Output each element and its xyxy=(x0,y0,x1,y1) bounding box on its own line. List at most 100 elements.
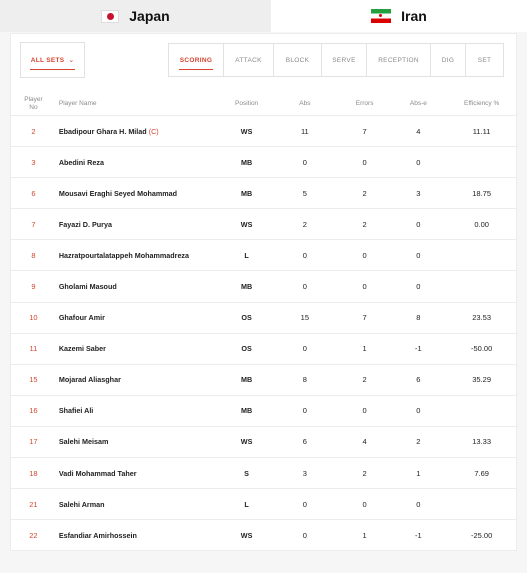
player-name-text: Shafiei Ali xyxy=(58,406,94,416)
player-name: Hazratpourtalatappeh Mohammadreza xyxy=(56,251,223,260)
abs-e-value: 2 xyxy=(416,437,421,447)
player-position: OS xyxy=(241,313,252,323)
tab-serve[interactable]: SERVE xyxy=(322,44,367,76)
tab-attack[interactable]: ATTACK xyxy=(224,44,274,76)
player-position: WS xyxy=(240,126,253,136)
stat-category-tabs: SCORING ATTACK BLOCK SERVE RECEPTION DIG… xyxy=(168,43,504,77)
player-name: Fayazi D. Purya xyxy=(56,220,223,229)
abs-e-value: 3 xyxy=(416,188,421,198)
abs-value: 0 xyxy=(302,344,307,354)
errors-value: 0 xyxy=(362,499,367,509)
table-row: 18 Vadi Mohammad Taher S 3 2 1 7.69 xyxy=(11,458,516,490)
sets-underline xyxy=(30,69,75,70)
player-name-text: Ebadipour Ghara H. Milad xyxy=(58,126,147,136)
header-errors: Errors xyxy=(355,99,374,107)
errors-value: 2 xyxy=(362,219,367,229)
player-position: WS xyxy=(240,219,253,229)
player-name: Mojarad Aliasghar xyxy=(56,375,223,384)
player-name-text: Mojarad Aliasghar xyxy=(58,375,121,385)
table-row: 11 Kazemi Saber OS 0 1 -1 -50.00 xyxy=(11,334,516,365)
errors-value: 0 xyxy=(362,406,367,416)
abs-e-value: 0 xyxy=(416,499,421,509)
efficiency-value: -25.00 xyxy=(470,531,493,541)
abs-value: 0 xyxy=(302,250,307,260)
player-position: WS xyxy=(240,437,253,447)
errors-value: 0 xyxy=(362,157,367,167)
tab-block[interactable]: BLOCK xyxy=(274,44,322,76)
efficiency-value: 11.11 xyxy=(472,126,491,136)
player-position: OS xyxy=(241,344,252,354)
table-row: 8 Hazratpourtalatappeh Mohammadreza L 0 0 0 xyxy=(11,240,516,272)
table-row: 16 Shafiei Ali MB 0 0 0 xyxy=(11,396,516,427)
abs-e-value: -1 xyxy=(415,344,422,354)
player-name-text: Kazemi Saber xyxy=(58,344,106,354)
player-position: MB xyxy=(240,157,253,167)
player-position: L xyxy=(244,250,249,260)
player-number: 7 xyxy=(31,219,36,229)
player-position: MB xyxy=(240,406,253,416)
table-row: 21 Salehi Arman L 0 0 0 xyxy=(11,489,516,521)
team-name: Iran xyxy=(401,8,427,24)
player-name: Gholami Masoud xyxy=(56,282,223,291)
player-number: 17 xyxy=(29,437,38,447)
player-name: Salehi Meisam xyxy=(56,437,223,446)
abs-e-value: 0 xyxy=(416,282,421,292)
table-row: 10 Ghafour Amir OS 15 7 8 23.53 xyxy=(11,303,516,334)
abs-value: 0 xyxy=(302,531,307,541)
abs-e-value: 0 xyxy=(416,250,421,260)
player-number: 11 xyxy=(29,344,38,354)
tab-dig[interactable]: DIG xyxy=(431,44,466,76)
player-name-text: Salehi Arman xyxy=(58,499,105,509)
errors-value: 0 xyxy=(362,250,367,260)
tab-scoring[interactable]: SCORING xyxy=(169,44,224,76)
player-number: 2 xyxy=(31,126,36,136)
sets-dropdown[interactable]: ALL SETS ⌄ xyxy=(20,42,85,78)
table-row: 3 Abedini Reza MB 0 0 0 xyxy=(11,147,516,179)
tab-set[interactable]: SET xyxy=(466,44,503,76)
player-position: MB xyxy=(240,375,253,385)
errors-value: 1 xyxy=(362,344,367,354)
chevron-down-icon: ⌄ xyxy=(68,56,75,64)
player-number: 10 xyxy=(29,313,38,323)
player-name: Salehi Arman xyxy=(56,500,223,509)
table-row: 7 Fayazi D. Purya WS 2 2 0 0.00 xyxy=(11,209,516,241)
table-row: 22 Esfandiar Amirhossein WS 0 1 -1 -25.00 xyxy=(11,520,516,551)
player-name-text: Salehi Meisam xyxy=(58,437,109,447)
player-number: 16 xyxy=(29,406,38,416)
player-number: 9 xyxy=(31,282,36,292)
abs-value: 8 xyxy=(302,375,307,385)
errors-value: 1 xyxy=(362,531,367,541)
header-position: Position xyxy=(235,99,259,107)
player-position: S xyxy=(244,468,249,478)
player-position: MB xyxy=(240,188,253,198)
errors-value: 2 xyxy=(362,468,367,478)
abs-e-value: 0 xyxy=(416,219,421,229)
player-number: 8 xyxy=(31,250,36,260)
team-tab-iran[interactable]: Iran xyxy=(271,0,527,32)
abs-value: 6 xyxy=(302,437,307,447)
player-position: L xyxy=(244,499,249,509)
team-tab-japan[interactable]: Japan xyxy=(0,0,271,32)
player-name: Shafiei Ali xyxy=(56,406,223,415)
errors-value: 0 xyxy=(362,282,367,292)
player-position: WS xyxy=(240,531,253,541)
abs-e-value: 6 xyxy=(416,375,421,385)
player-name: Ebadipour Ghara H. Milad (C) xyxy=(56,127,223,136)
iran-flag-icon xyxy=(371,9,392,23)
team-tabs: Japan Iran xyxy=(0,0,527,32)
efficiency-value: 7.69 xyxy=(474,468,489,478)
errors-value: 2 xyxy=(362,375,367,385)
efficiency-value: 13.33 xyxy=(472,437,492,447)
player-name: Vadi Mohammad Taher xyxy=(56,469,223,478)
header-efficiency: Efficiency % xyxy=(463,99,500,107)
efficiency-value: 0.00 xyxy=(474,219,489,229)
tab-reception[interactable]: RECEPTION xyxy=(367,44,431,76)
abs-value: 0 xyxy=(302,406,307,416)
header-abs-e: Abs-e xyxy=(409,99,427,107)
player-name: Abedini Reza xyxy=(56,158,223,167)
abs-e-value: 0 xyxy=(416,406,421,416)
japan-flag-icon xyxy=(101,9,120,23)
player-name-text: Abedini Reza xyxy=(58,157,104,167)
abs-value: 3 xyxy=(302,468,307,478)
efficiency-value: 35.29 xyxy=(472,375,492,385)
